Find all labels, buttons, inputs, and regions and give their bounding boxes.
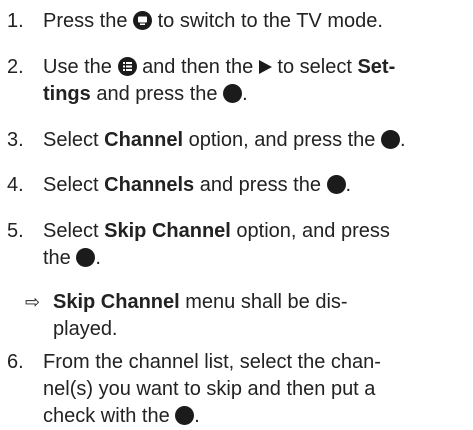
step-number: 5. [7,220,24,242]
step-text-part: option, and press [236,220,390,242]
play-right-icon [258,60,272,74]
step-keyword: Channels [104,174,195,196]
instructions: 1. Press the to switch to the TV mode. 2… [0,0,473,429]
step-text-part: check with the [43,405,170,427]
ok-dot-icon [380,130,400,149]
step-keyword: Set- [357,56,396,78]
step-text-part: nel(s) you want to skip and then put a [43,378,376,400]
step-text-part: option, and press the [188,129,376,151]
step-number: 2. [7,56,24,78]
step-text-part: and then the [142,56,254,78]
step-number: 3. [7,129,24,151]
step-number: 4. [7,174,24,196]
ok-dot-icon [326,175,346,194]
step-text-part: Use the [43,56,112,78]
step-text-part: to switch to the TV mode. [157,10,383,32]
menu-list-icon [117,57,137,76]
ok-dot-icon [76,248,96,267]
ok-dot-icon [175,406,195,425]
step-text-part: . [242,83,248,105]
tv-icon [133,11,153,30]
step-number: 6. [7,351,24,373]
ok-dot-icon [223,84,243,103]
result-keyword: Skip Channel [53,291,180,313]
result-text-part: played. [53,318,118,340]
step-text: Press the to switch to the TV mode. [43,8,471,35]
result-text: Skip Channel menu shall be dis- played. [53,289,463,343]
step-text: Select Channel option, and press the . [43,127,471,154]
step-number: 1. [7,10,24,32]
step-text-part: . [95,247,101,269]
step-text-part: Press the [43,10,128,32]
step-text-part: the [43,247,71,269]
step-keyword: Channel [104,129,184,151]
step-text-part: Select [43,174,99,196]
step-text-part: and press the [199,174,321,196]
step-keyword: tings [43,83,91,105]
step-text-part: to select [277,56,352,78]
step-keyword: Skip Channel [104,220,231,242]
step-text: Use the and then the to select Set- ting… [43,54,471,108]
step-text-part: Select [43,220,99,242]
step-text-part: . [399,129,406,151]
step-text-part: From the channel list, select the chan- [43,351,381,373]
step-text-part: . [345,174,352,196]
result-text-part: menu shall be dis- [185,291,348,313]
step-text-part: . [194,405,200,427]
step-text: Select Skip Channel option, and press th… [43,218,471,272]
result-arrow-icon: ⇨ [25,292,41,313]
step-text-part: Select [43,129,99,151]
step-text-part: and press the [96,83,218,105]
step-text: From the channel list, select the chan- … [43,349,471,430]
step-text: Select Channels and press the . [43,172,471,199]
